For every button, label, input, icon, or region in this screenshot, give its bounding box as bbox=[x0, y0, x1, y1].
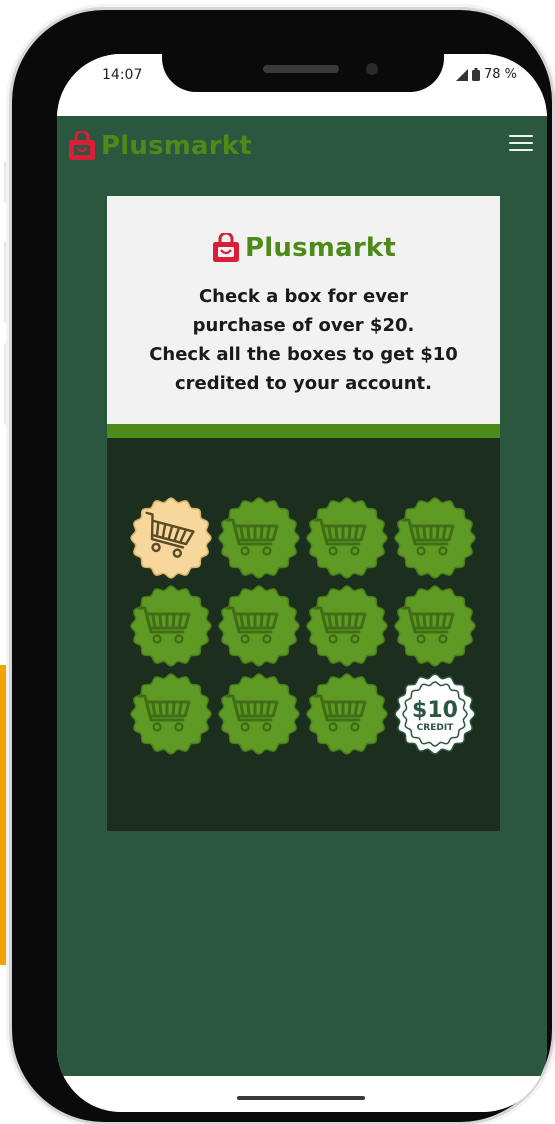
shopping-bag-icon bbox=[213, 233, 240, 262]
unchecked-box-badge[interactable] bbox=[305, 496, 389, 580]
punch-card-divider bbox=[107, 424, 500, 438]
unchecked-box-badge[interactable] bbox=[393, 496, 477, 580]
unchecked-box-badge[interactable] bbox=[217, 496, 301, 580]
unchecked-box-badge[interactable] bbox=[393, 584, 477, 668]
front-camera bbox=[366, 63, 378, 75]
reward-amount: $10 bbox=[412, 698, 458, 723]
unchecked-box-badge[interactable] bbox=[129, 584, 213, 668]
shopping-bag-icon bbox=[69, 131, 95, 160]
unchecked-box-badge[interactable] bbox=[305, 584, 389, 668]
app-header: Plusmarkt bbox=[57, 116, 547, 174]
navigation-bar bbox=[57, 1076, 547, 1112]
header-brand-name: Plusmarkt bbox=[101, 131, 252, 161]
status-time: 14:07 bbox=[102, 67, 143, 83]
battery-level: 78 % bbox=[483, 67, 517, 82]
unchecked-box-badge[interactable] bbox=[217, 672, 301, 756]
punch-card-brand-name: Plusmarkt bbox=[245, 233, 396, 263]
battery-icon bbox=[471, 68, 480, 81]
app-content: Plusmarkt Plusmarkt Check a box for ever… bbox=[57, 116, 547, 1076]
checked-box-badge[interactable] bbox=[129, 496, 213, 580]
instruction-line: credited to your account. bbox=[175, 373, 432, 394]
camera-notch bbox=[162, 54, 444, 92]
instruction-line: purchase of over $20. bbox=[192, 315, 415, 336]
earpiece-speaker bbox=[263, 65, 339, 73]
phone-screen: 14:07 78 % Plusmarkt Plusmarkt Check a b… bbox=[57, 54, 547, 1112]
hamburger-menu-icon[interactable] bbox=[509, 130, 533, 154]
punch-card: Plusmarkt Check a box for ever purchase … bbox=[107, 196, 500, 831]
unchecked-box-badge[interactable] bbox=[305, 672, 389, 756]
punch-card-instructions: Check a box for ever purchase of over $2… bbox=[117, 282, 490, 398]
punch-card-logo: Plusmarkt bbox=[107, 233, 500, 263]
header-logo[interactable]: Plusmarkt bbox=[67, 131, 252, 161]
home-indicator[interactable] bbox=[237, 1096, 365, 1100]
unchecked-box-badge[interactable] bbox=[217, 584, 301, 668]
unchecked-box-badge[interactable] bbox=[129, 672, 213, 756]
phone-frame: 14:07 78 % Plusmarkt Plusmarkt Check a b… bbox=[12, 10, 552, 1122]
signal-icon bbox=[455, 68, 468, 81]
instruction-line: Check a box for ever bbox=[198, 286, 409, 307]
status-indicators: 78 % bbox=[455, 67, 517, 82]
reward-badge[interactable]: $10 CREDIT bbox=[393, 672, 477, 756]
reward-label: CREDIT bbox=[417, 723, 455, 733]
instruction-line: Check all the boxes to get $10 bbox=[149, 344, 458, 365]
